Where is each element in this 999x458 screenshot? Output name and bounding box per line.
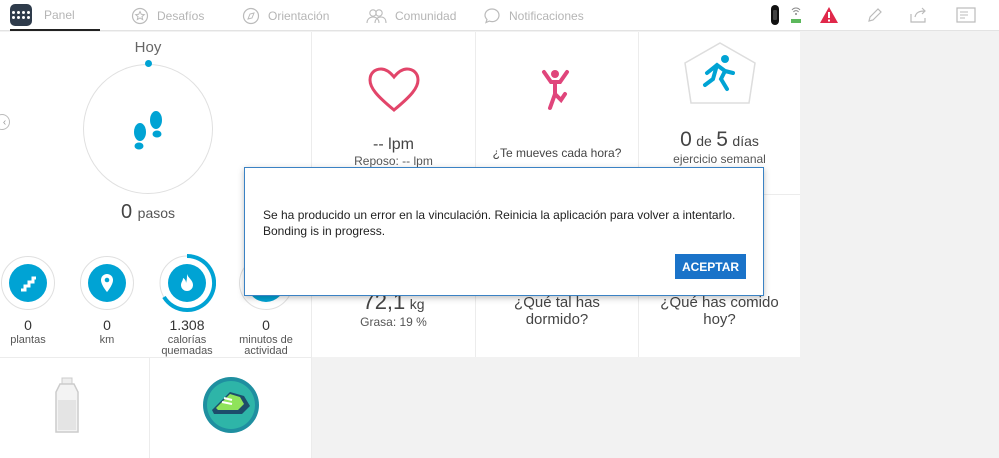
exercise-label: ejercicio semanal	[673, 152, 766, 166]
flame-icon	[168, 264, 206, 302]
compass-icon	[242, 7, 260, 25]
bottom-tiles-panel	[0, 357, 312, 458]
tab-label: Desafíos	[157, 8, 205, 23]
food-tile[interactable]: ¿Qué has comido hoy?	[653, 294, 786, 328]
top-nav: Panel Desafíos Orientación Comunidad Not…	[0, 0, 999, 31]
body-fat: Grasa: 19 %	[360, 315, 427, 329]
footsteps-icon	[126, 108, 170, 157]
divider	[0, 357, 312, 358]
sleep-label: ¿Qué tal has dormido?	[514, 294, 600, 328]
tab-label: Comunidad	[395, 8, 457, 23]
share-icon[interactable]	[908, 4, 930, 26]
exercise-of: de	[696, 133, 712, 149]
steps-unit: pasos	[137, 205, 176, 221]
weight-unit: kg	[409, 296, 425, 312]
steps-value: 0	[120, 201, 133, 223]
hourly-activity-label: ¿Te mueves cada hora?	[492, 146, 622, 160]
distance-value: 0	[103, 317, 111, 333]
edit-pencil-icon[interactable]	[864, 4, 886, 26]
today-title: Hoy	[134, 39, 162, 56]
floors-label: plantas	[10, 334, 46, 346]
calories-ring[interactable]	[158, 253, 217, 312]
exercise-badge-icon	[681, 41, 759, 112]
account-card-icon[interactable]	[955, 4, 977, 26]
tab-notifications[interactable]: Notificaciones	[483, 0, 584, 31]
error-dialog: Se ha producido un error en la vinculaci…	[244, 167, 764, 296]
stairs-icon	[9, 264, 47, 302]
resting-heart-rate: Reposo: -- lpm	[354, 154, 433, 168]
dialog-message: Se ha producido un error en la vinculaci…	[263, 208, 736, 238]
tab-panel[interactable]: Panel	[10, 0, 100, 31]
accept-button[interactable]: ACEPTAR	[675, 254, 746, 279]
progress-dot	[145, 60, 152, 67]
grid-logo-icon	[10, 3, 32, 26]
tab-challenges[interactable]: Desafíos	[131, 0, 204, 31]
heart-rate-tile[interactable]: -- lpm Reposo: -- lpm	[312, 136, 475, 168]
people-icon	[365, 7, 387, 25]
tab-label: Orientación	[268, 8, 330, 23]
sync-status-icon[interactable]	[785, 4, 807, 26]
tracker-battery-icon[interactable]	[764, 4, 786, 26]
exercise-tile[interactable]: 0 de 5 días ejercicio semanal	[639, 128, 800, 166]
tab-guidance[interactable]: Orientación	[242, 0, 329, 31]
alert-icon[interactable]	[818, 4, 840, 26]
distance-label: km	[99, 334, 115, 346]
water-bottle-icon[interactable]	[52, 376, 82, 441]
exercise-goal: 5	[716, 128, 728, 151]
exercise-count: 0	[680, 128, 692, 151]
calories-label: calorías quemadas	[161, 334, 213, 357]
calories-value: 1.308	[169, 317, 205, 333]
exercise-unit: días	[732, 133, 759, 149]
active-minutes-value: 0	[262, 317, 270, 333]
badge-sneaker-icon[interactable]	[202, 376, 260, 439]
sleep-tile[interactable]: ¿Qué tal has dormido?	[490, 294, 624, 328]
tab-label: Panel	[44, 7, 75, 22]
divider	[149, 358, 150, 458]
heart-icon	[367, 66, 421, 119]
distance-ring[interactable]	[80, 256, 134, 310]
chat-bubble-icon	[483, 7, 501, 25]
heart-rate-value: -- lpm	[373, 136, 414, 153]
star-badge-icon	[131, 7, 149, 25]
active-minutes-label: minutos de actividad	[239, 334, 293, 357]
chevron-left-icon: ‹	[2, 116, 7, 128]
floors-ring[interactable]	[1, 256, 55, 310]
hourly-activity-tile[interactable]: ¿Te mueves cada hora?	[476, 146, 638, 160]
tab-community[interactable]: Comunidad	[365, 0, 456, 31]
location-pin-icon	[88, 264, 126, 302]
tab-label: Notificaciones	[509, 8, 584, 23]
dancing-figure-icon	[541, 68, 571, 117]
floors-value: 0	[24, 317, 32, 333]
food-label: ¿Qué has comido hoy?	[660, 294, 779, 328]
